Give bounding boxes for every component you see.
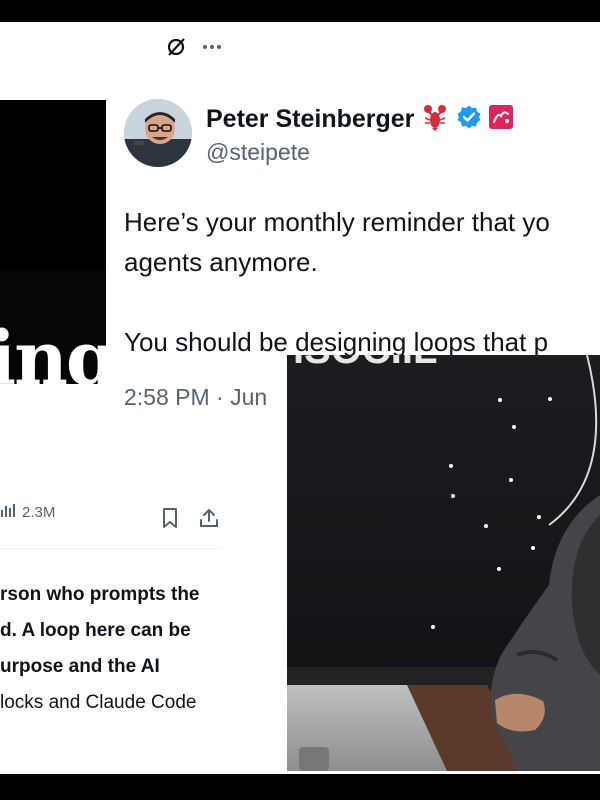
more-icon[interactable]: [200, 35, 224, 59]
photo-sign-text: ISOCIIL: [293, 355, 437, 372]
views-count: 2.3M: [22, 503, 56, 521]
thumbnail-text: ing: [0, 316, 106, 384]
share-icon[interactable]: [198, 507, 220, 534]
verified-badge-icon[interactable]: [456, 104, 482, 135]
article-line-4: locks and Claude Code: [0, 692, 197, 713]
screen: ing Peter Steinberger @steipete Here’s y…: [0, 0, 600, 800]
tweet-text: Here’s your monthly reminder that yo age…: [124, 202, 550, 362]
affiliate-badge-icon[interactable]: [488, 104, 514, 135]
speaker-photo: ISOCIIL: [287, 355, 600, 771]
divider: [0, 548, 222, 549]
handle[interactable]: @steipete: [206, 139, 310, 166]
avatar[interactable]: [124, 99, 192, 167]
views-icon: [0, 502, 16, 522]
top-actions: [164, 35, 224, 59]
display-name[interactable]: Peter Steinberger: [206, 105, 414, 134]
article-thumbnail[interactable]: ing: [0, 100, 106, 384]
article-line-3: urpose and the AI: [0, 656, 160, 677]
tweet-line-1: Here’s your monthly reminder that yo: [124, 207, 550, 237]
lobster-emoji-icon: [420, 102, 450, 137]
article-line-1: rson who prompts the: [0, 584, 200, 605]
action-bar: [160, 507, 220, 534]
tweet-line-2: agents anymore.: [124, 247, 318, 277]
article-preview: rson who prompts the d. A loop here can …: [0, 577, 200, 721]
name-row: Peter Steinberger: [206, 102, 514, 137]
content-canvas: ing Peter Steinberger @steipete Here’s y…: [0, 22, 600, 774]
views-stat[interactable]: 2.3M: [0, 502, 55, 522]
tweet-timestamp[interactable]: 2:58 PM · Jun: [124, 384, 267, 411]
grok-icon[interactable]: [164, 35, 188, 59]
bookmark-icon[interactable]: [160, 507, 180, 534]
article-line-2: d. A loop here can be: [0, 620, 191, 641]
